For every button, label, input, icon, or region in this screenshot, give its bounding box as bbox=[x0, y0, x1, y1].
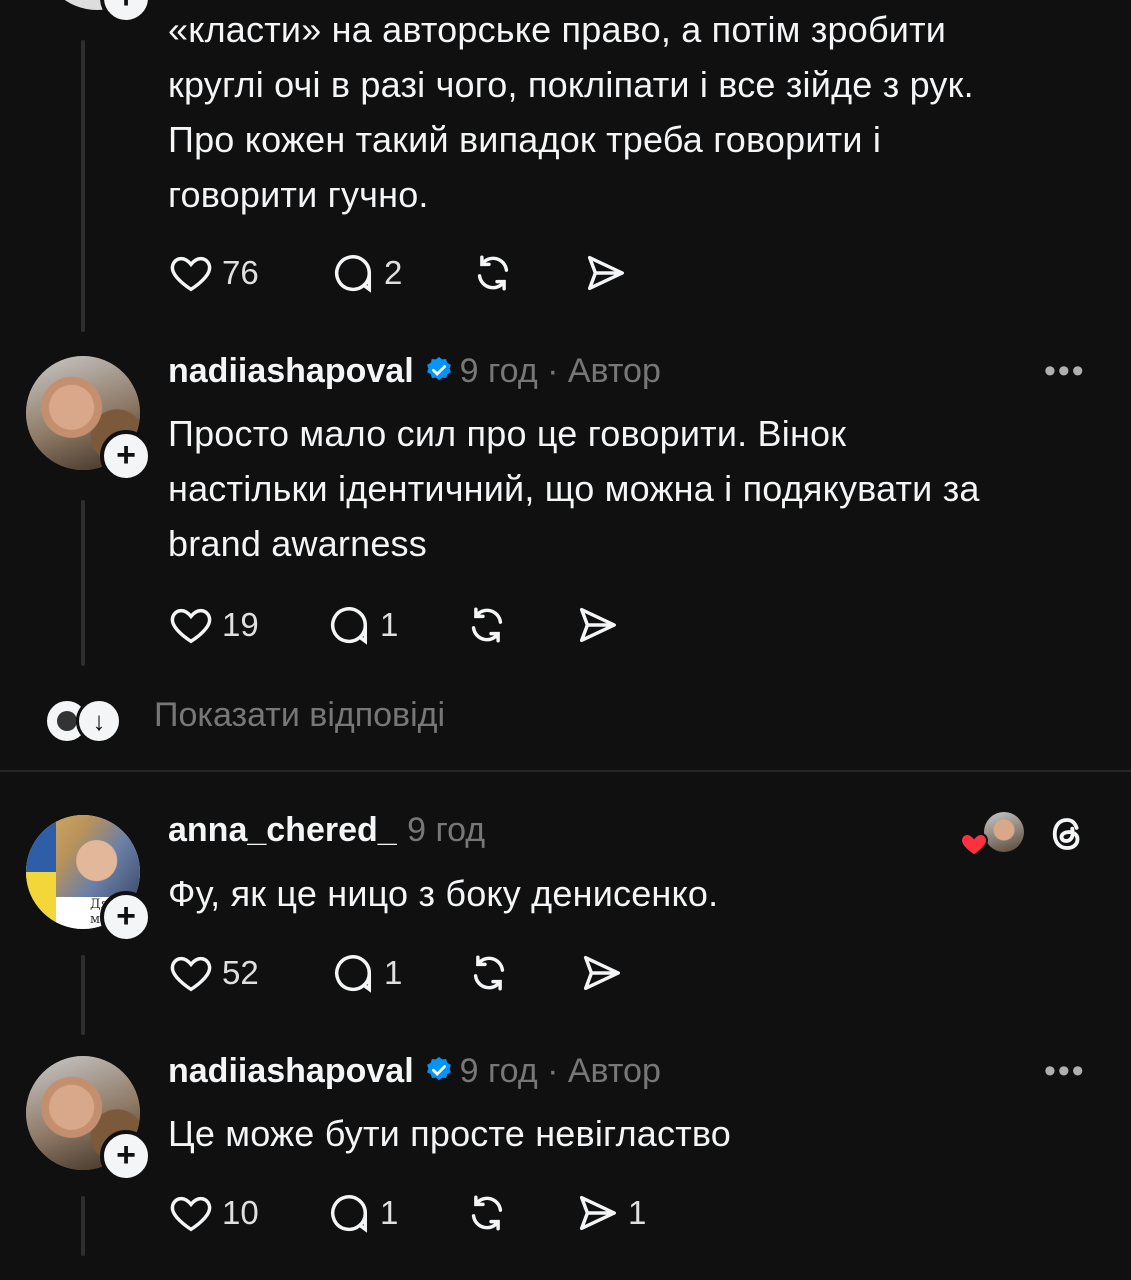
username[interactable]: nadiiashapoval bbox=[168, 1052, 414, 1090]
thread-line bbox=[81, 955, 85, 1035]
share-count: 1 bbox=[628, 1194, 647, 1231]
like-button[interactable]: 76 bbox=[168, 248, 259, 298]
like-count: 19 bbox=[222, 606, 259, 643]
more-options-button[interactable]: ••• bbox=[1044, 1052, 1086, 1091]
reply-text: «класти» на авторське право, а потім зро… bbox=[168, 9, 974, 215]
like-count: 52 bbox=[222, 954, 259, 991]
post-text: Фу, як це ницо з боку денисенко. bbox=[168, 873, 719, 914]
username[interactable]: nadiiashapoval bbox=[168, 352, 414, 390]
like-count: 10 bbox=[222, 1194, 259, 1231]
share-button[interactable] bbox=[578, 948, 624, 998]
thread-line bbox=[81, 500, 85, 666]
like-button[interactable]: 10 bbox=[168, 1188, 259, 1238]
action-bar: 19 1 bbox=[168, 600, 668, 650]
post-text: Просто мало сил про це говорити. Вінок н… bbox=[168, 413, 980, 564]
action-bar: 76 2 bbox=[168, 248, 668, 298]
post-text: Це може бути просте невiгластво bbox=[168, 1113, 732, 1154]
post-header: nadiiashapoval 9 год · Автор bbox=[168, 1052, 661, 1096]
comment-bubble-icon bbox=[331, 1195, 368, 1233]
comment-bubble-icon bbox=[335, 255, 372, 293]
threads-logo-icon bbox=[1052, 818, 1080, 850]
repost-icon bbox=[471, 1195, 503, 1231]
send-icon bbox=[579, 607, 616, 643]
like-button[interactable]: 52 bbox=[168, 948, 259, 998]
thread-line bbox=[81, 1196, 85, 1256]
reply-button[interactable]: 1 bbox=[326, 600, 398, 650]
action-bar: 10 1 1 bbox=[168, 1188, 688, 1238]
follow-plus-button[interactable]: + bbox=[100, 430, 152, 482]
repost-icon bbox=[473, 955, 505, 991]
heart-icon bbox=[170, 256, 212, 292]
show-replies-link[interactable]: Показати відповіді bbox=[154, 696, 445, 735]
like-count: 76 bbox=[222, 254, 259, 291]
verified-badge-icon bbox=[426, 1056, 451, 1081]
author-liked-avatar bbox=[984, 812, 1024, 852]
repost-button[interactable] bbox=[464, 600, 510, 650]
reply-count: 1 bbox=[384, 954, 403, 991]
verified-badge-icon bbox=[426, 356, 451, 381]
follow-plus-button[interactable]: + bbox=[100, 1130, 152, 1182]
follow-plus-button[interactable]: + bbox=[100, 891, 152, 943]
send-icon bbox=[583, 955, 620, 991]
reply-button[interactable]: 1 bbox=[326, 1188, 398, 1238]
heart-icon bbox=[170, 1196, 212, 1232]
reply-count: 2 bbox=[384, 254, 403, 291]
action-bar: 52 1 bbox=[168, 948, 668, 998]
comment-bubble-icon bbox=[331, 607, 368, 645]
share-button[interactable]: 1 bbox=[574, 1188, 646, 1238]
heart-icon bbox=[170, 956, 212, 992]
post-header: nadiiashapoval 9 год · Автор bbox=[168, 352, 661, 396]
reply-count: 1 bbox=[380, 606, 399, 643]
post-header: anna_chered_ 9 год bbox=[168, 811, 485, 855]
post-meta: 9 год · Автор bbox=[459, 1052, 661, 1090]
thread-line bbox=[81, 40, 85, 332]
repost-icon bbox=[477, 255, 509, 291]
repost-button[interactable] bbox=[466, 948, 512, 998]
like-button[interactable]: 19 bbox=[168, 600, 259, 650]
post-meta: 9 год · Автор bbox=[459, 352, 661, 390]
reply-button[interactable]: 2 bbox=[330, 248, 402, 298]
repost-button[interactable] bbox=[464, 1188, 510, 1238]
share-button[interactable] bbox=[574, 600, 620, 650]
repost-button[interactable] bbox=[470, 248, 516, 298]
send-icon bbox=[579, 1195, 616, 1231]
username[interactable]: anna_chered_ bbox=[168, 811, 397, 849]
heart-filled-icon bbox=[960, 832, 988, 857]
reply-button[interactable]: 1 bbox=[330, 948, 402, 998]
comment-bubble-icon bbox=[335, 955, 372, 993]
heart-icon bbox=[170, 608, 212, 644]
arrow-down-icon: ↓ bbox=[76, 698, 122, 744]
share-button[interactable] bbox=[582, 248, 628, 298]
repost-icon bbox=[471, 607, 503, 643]
more-options-button[interactable]: ••• bbox=[1044, 352, 1086, 391]
reply-count: 1 bbox=[380, 1194, 399, 1231]
show-replies-row[interactable]: ↓ Показати відповіді bbox=[40, 696, 540, 744]
follow-plus-button[interactable]: + bbox=[100, 0, 152, 24]
divider bbox=[0, 770, 1131, 772]
send-icon bbox=[587, 255, 624, 291]
post-meta: 9 год bbox=[407, 811, 486, 849]
